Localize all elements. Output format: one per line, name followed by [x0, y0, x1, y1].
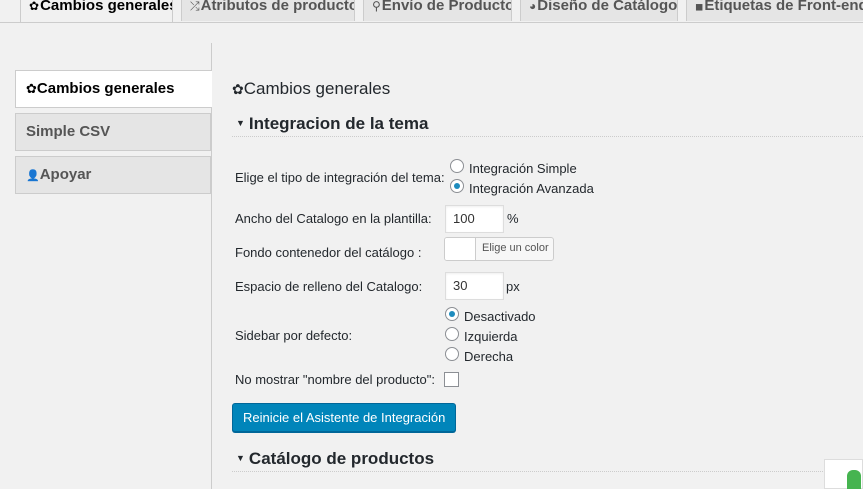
section-title: Integracion de la tema: [248, 114, 429, 133]
radio-label: Integración Avanzada: [469, 181, 594, 196]
comment-icon: ◼: [695, 2, 704, 13]
color-swatch: [445, 238, 476, 260]
sidebar-default-label: Sidebar por defecto:: [235, 328, 353, 343]
tab-diseno-de-catalogo[interactable]: ◕Diseño de Catálogo: [520, 0, 678, 21]
section-heading-catalogo[interactable]: ▼ Catálogo de productos: [236, 449, 434, 469]
catalog-width-input[interactable]: 100: [445, 205, 504, 233]
radio-label: Integración Simple: [469, 161, 577, 176]
section-divider: [232, 471, 863, 472]
container-bg-label: Fondo contenedor del catálogo :: [235, 245, 422, 260]
radio-label: Desactivado: [464, 309, 536, 324]
tab-label: Cambios generales: [40, 0, 173, 14]
radio-integracion-simple[interactable]: [450, 159, 464, 173]
chat-widget-icon: [847, 470, 861, 489]
tab-etiquetas-front-end[interactable]: ◼Etiquetas de Front-end: [686, 0, 863, 21]
px-unit: px: [506, 279, 520, 294]
padding-input[interactable]: 30: [445, 272, 504, 300]
shuffle-icon: ⤮: [190, 0, 200, 13]
section-divider: [232, 136, 863, 137]
map-pin-icon: ⚲: [372, 0, 381, 13]
gear-icon: ✿: [232, 81, 244, 97]
caret-down-icon: ▼: [236, 452, 245, 463]
radio-desactivado[interactable]: [445, 307, 459, 321]
gear-icon: ✿: [29, 0, 40, 13]
hide-product-name-label: No mostrar "nombre del producto":: [235, 372, 435, 387]
sidebar-item-label: Simple CSV: [26, 123, 111, 140]
section-title: Catálogo de productos: [248, 449, 435, 468]
page-title-text: Cambios generales: [243, 79, 391, 98]
page-title: ✿Cambios generales: [232, 79, 390, 99]
sidebar-item-simple-csv[interactable]: Simple CSV: [15, 113, 211, 151]
integration-type-label: Elige el tipo de integración del tema:: [235, 170, 445, 185]
caret-down-icon: ▼: [236, 117, 245, 128]
palette-icon: ◕: [529, 0, 537, 13]
tab-label: Diseño de Catálogo: [537, 0, 678, 14]
side-nav-top: [15, 43, 211, 71]
radio-izquierda[interactable]: [445, 327, 459, 341]
gear-icon: ✿: [26, 81, 37, 96]
radio-label: Izquierda: [464, 329, 518, 344]
tab-cambios-generales[interactable]: ✿Cambios generales: [20, 0, 173, 22]
top-tab-bar: ✿Cambios generales ⤮Atributos de product…: [0, 0, 863, 23]
radio-integracion-avanzada[interactable]: [450, 179, 464, 193]
sidebar-item-label: Cambios generales: [36, 80, 175, 97]
sidebar-item-cambios-generales[interactable]: ✿Cambios generales: [15, 70, 212, 108]
tab-label: Etiquetas de Front-end: [704, 0, 863, 14]
tab-envio-de-producto[interactable]: ⚲Envío de Producto: [363, 0, 512, 21]
radio-label: Derecha: [464, 349, 514, 364]
hide-product-name-checkbox[interactable]: [444, 372, 459, 387]
section-heading-integracion[interactable]: ▼ Integracion de la tema: [236, 114, 428, 134]
padding-label: Espacio de relleno del Catalogo:: [235, 279, 423, 294]
radio-derecha[interactable]: [445, 347, 459, 361]
color-picker-label: Elige un color: [482, 242, 549, 254]
percent-unit: %: [507, 211, 519, 226]
settings-panel: ✿Cambios generales ▼ Integracion de la te…: [212, 43, 863, 489]
sidebar-item-label: Apoyar: [39, 166, 92, 183]
chat-widget[interactable]: [824, 459, 863, 489]
color-picker-button[interactable]: Elige un color: [444, 237, 554, 261]
reset-wizard-button[interactable]: Reinicie el Asistente de Integración: [232, 403, 457, 432]
person-icon: 👤: [26, 170, 40, 182]
sidebar-item-apoyar[interactable]: 👤Apoyar: [15, 156, 211, 194]
catalog-width-label: Ancho del Catalogo en la plantilla:: [235, 211, 432, 226]
tab-atributos-de-producto[interactable]: ⤮Atributos de producto: [181, 0, 355, 21]
tab-label: Atributos de producto: [200, 0, 355, 14]
tab-label: Envío de Producto: [381, 0, 512, 14]
